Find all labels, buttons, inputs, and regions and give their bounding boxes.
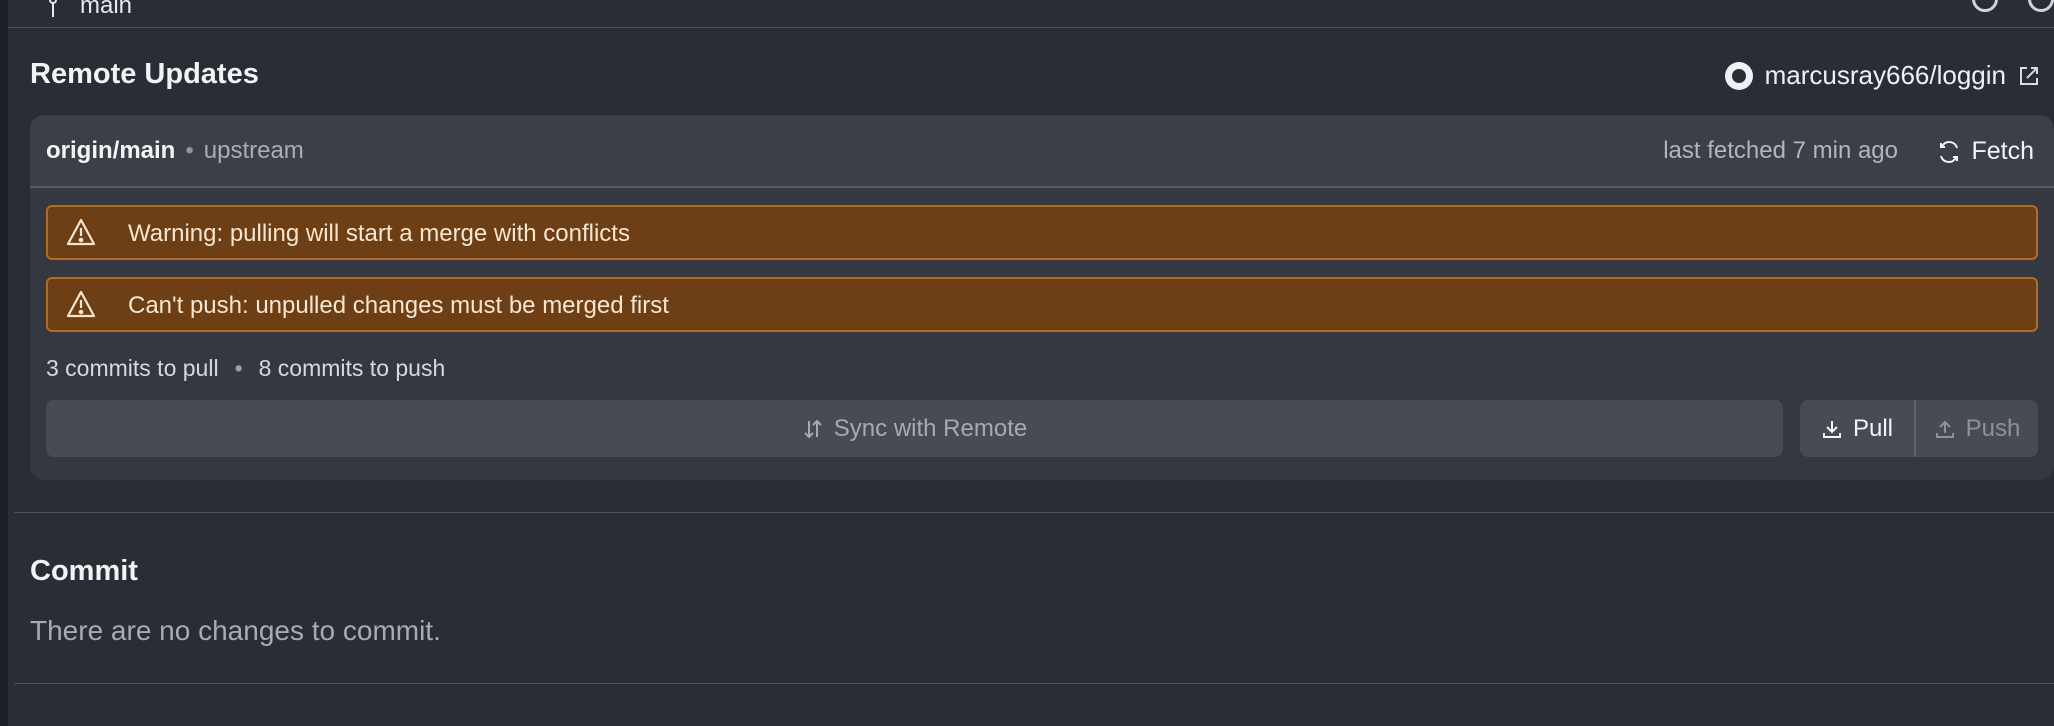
repo-link[interactable]: marcusray666/loggin bbox=[1724, 60, 2040, 91]
warning-icon bbox=[66, 218, 96, 246]
no-changes-message: There are no changes to commit. bbox=[30, 615, 441, 646]
settings-icon[interactable] bbox=[1972, 0, 1998, 12]
sync-arrows-icon bbox=[804, 419, 822, 438]
repo-name: marcusray666/loggin bbox=[1764, 60, 2006, 90]
commits-to-pull: 3 commits to pull bbox=[46, 355, 219, 381]
tracking-ref: origin/main • upstream bbox=[46, 137, 304, 165]
warning-message: Warning: pulling will start a merge with… bbox=[128, 220, 630, 247]
warning-icon bbox=[66, 290, 96, 318]
branch-icon bbox=[49, 0, 57, 17]
download-icon bbox=[1822, 420, 1841, 438]
upload-icon bbox=[1935, 420, 1954, 438]
last-fetched: last fetched 7 min ago bbox=[1663, 137, 1898, 164]
pull-label: Pull bbox=[1852, 414, 1894, 442]
left-edge-bar bbox=[0, 0, 8, 726]
current-branch[interactable]: main bbox=[48, 0, 132, 20]
commit-title: Commit bbox=[30, 555, 138, 587]
push-button[interactable]: Push bbox=[1916, 400, 2038, 457]
commit-counts: 3 commits to pull • 8 commits to push bbox=[46, 355, 445, 382]
push-label: Push bbox=[1965, 414, 2021, 442]
section-divider bbox=[14, 512, 2054, 513]
github-icon bbox=[1724, 61, 1753, 90]
top-right-icons bbox=[1972, 0, 2054, 12]
push-blocked-warning: Can't push: unpulled changes must be mer… bbox=[46, 277, 2038, 332]
fetch-button[interactable]: Fetch bbox=[1929, 133, 2042, 170]
count-separator: • bbox=[234, 355, 243, 381]
commits-to-push: 8 commits to push bbox=[258, 355, 446, 381]
remote-card-header: origin/main • upstream last fetched 7 mi… bbox=[30, 115, 2054, 188]
external-link-icon bbox=[2020, 66, 2038, 85]
top-branch-bar: main bbox=[8, 0, 2054, 28]
refresh-icon bbox=[1940, 140, 1959, 163]
pull-push-group: Pull Push bbox=[1800, 400, 2038, 457]
ref-kind: upstream bbox=[203, 137, 304, 164]
ref-name: origin/main bbox=[46, 137, 176, 164]
ref-separator: • bbox=[185, 137, 194, 164]
remote-updates-title: Remote Updates bbox=[30, 58, 259, 90]
remote-card: origin/main • upstream last fetched 7 mi… bbox=[30, 115, 2054, 480]
pull-button[interactable]: Pull bbox=[1800, 400, 1916, 457]
fetch-label: Fetch bbox=[1971, 137, 2034, 165]
branch-name: main bbox=[80, 0, 133, 19]
sync-with-remote-button[interactable]: Sync with Remote bbox=[46, 400, 1783, 457]
sync-label: Sync with Remote bbox=[833, 414, 1028, 442]
warning-message: Can't push: unpulled changes must be mer… bbox=[128, 292, 669, 319]
section-divider bbox=[14, 683, 2054, 684]
merge-conflict-warning: Warning: pulling will start a merge with… bbox=[46, 205, 2038, 260]
history-icon[interactable] bbox=[2028, 0, 2054, 12]
